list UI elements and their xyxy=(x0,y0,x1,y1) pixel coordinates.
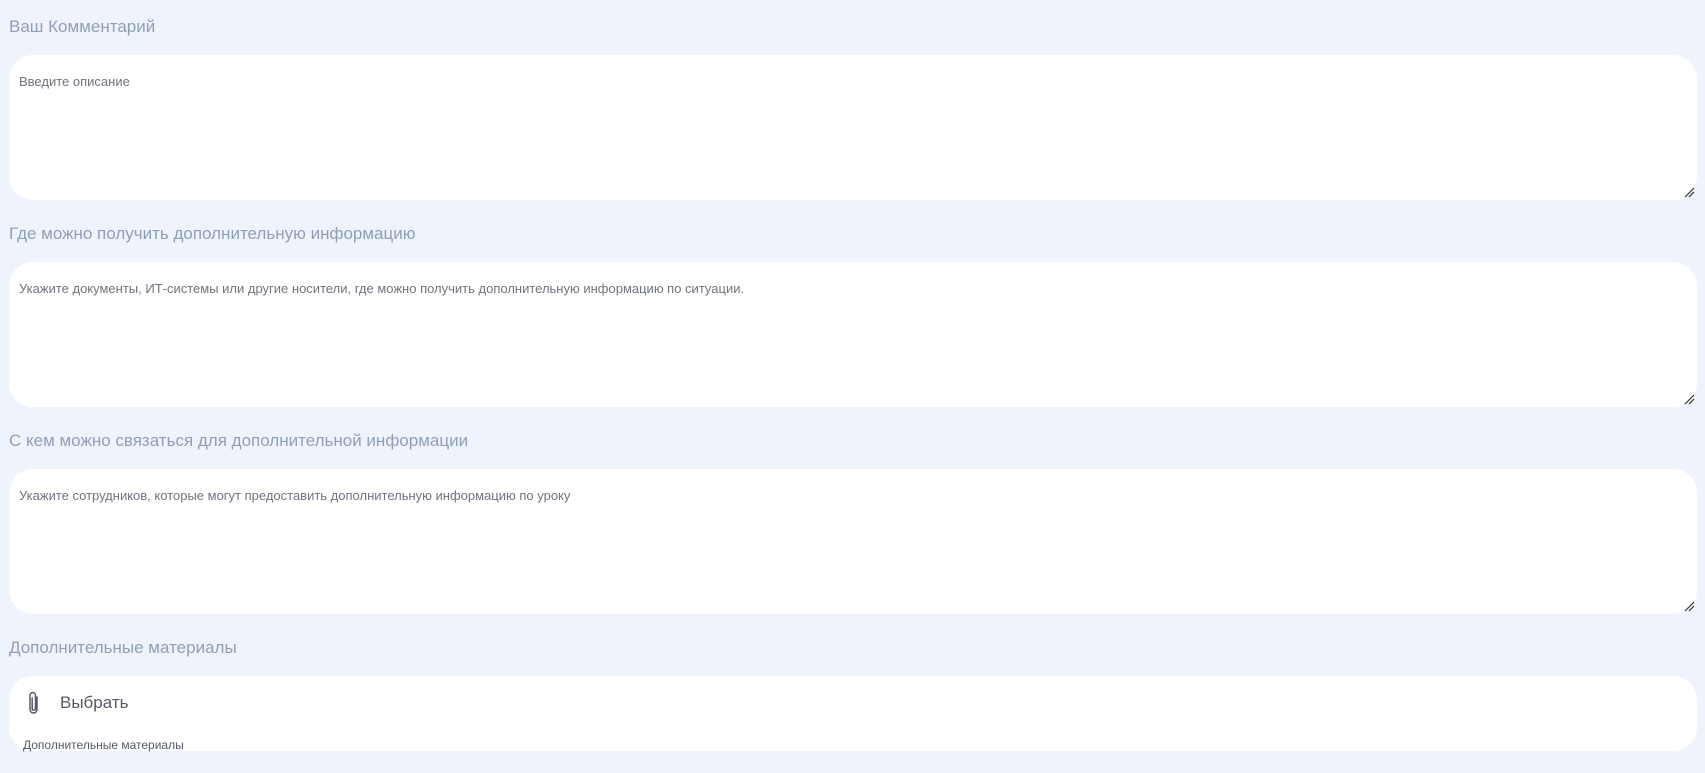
more-info-contact-field-wrapper xyxy=(9,469,1697,614)
attachments-label: Дополнительные материалы xyxy=(9,638,237,657)
more-info-location-label: Где можно получить дополнительную информ… xyxy=(9,224,416,243)
resize-handle-icon[interactable] xyxy=(1683,186,1695,198)
more-info-location-textarea[interactable] xyxy=(9,262,1697,407)
comment-label: Ваш Комментарий xyxy=(9,17,156,36)
choose-file-button[interactable]: Выбрать xyxy=(24,690,128,716)
more-info-contact-section: С кем можно связаться для дополнительной… xyxy=(9,430,1697,452)
attachments-section: Дополнительные материалы xyxy=(9,637,1697,659)
resize-handle-icon[interactable] xyxy=(1683,393,1695,405)
comment-section: Ваш Комментарий xyxy=(9,16,1697,38)
comment-textarea[interactable] xyxy=(9,55,1697,200)
comment-field-wrapper xyxy=(9,55,1697,200)
attachments-hint: Дополнительные материалы xyxy=(23,738,184,752)
more-info-contact-textarea[interactable] xyxy=(9,469,1697,614)
choose-file-label: Выбрать xyxy=(60,693,129,712)
more-info-location-field-wrapper xyxy=(9,262,1697,407)
paperclip-icon xyxy=(29,691,38,714)
resize-handle-icon[interactable] xyxy=(1683,600,1695,612)
more-info-contact-label: С кем можно связаться для дополнительной… xyxy=(9,431,469,450)
more-info-location-section: Где можно получить дополнительную информ… xyxy=(9,223,1697,245)
attachments-upload-box: Выбрать Дополнительные материалы xyxy=(9,676,1697,752)
